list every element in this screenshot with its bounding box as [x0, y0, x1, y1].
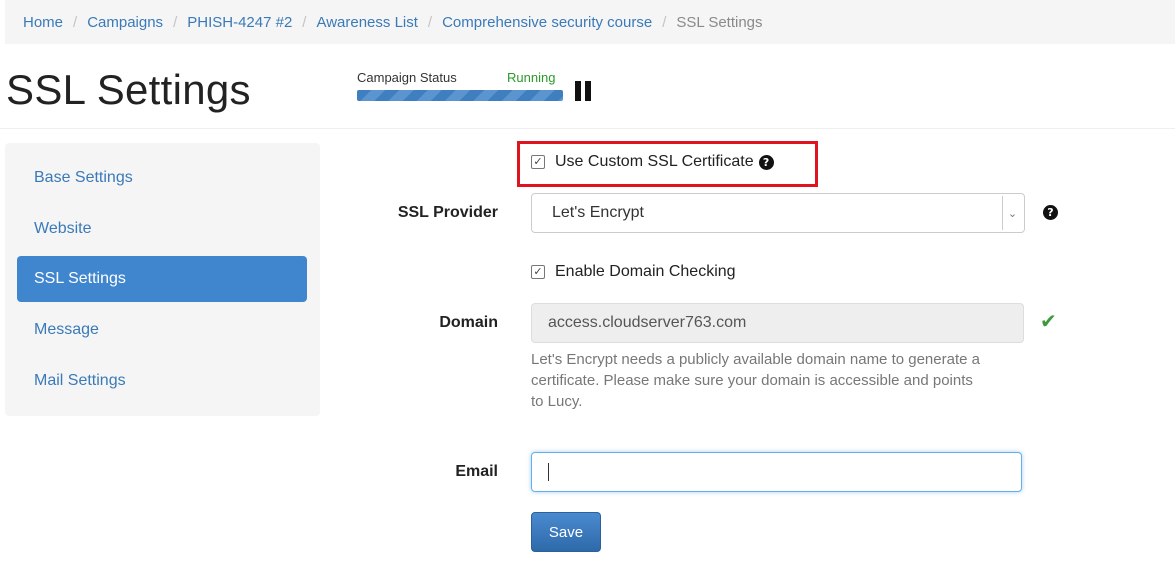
- sidebar-item-message[interactable]: Message: [17, 307, 307, 353]
- ssl-provider-value: Let's Encrypt: [552, 204, 644, 221]
- ssl-provider-label: SSL Provider: [397, 204, 498, 221]
- breadcrumb-home[interactable]: Home: [23, 14, 63, 31]
- domain-help-text: Let's Encrypt needs a publicly available…: [531, 351, 980, 410]
- sidebar-item-website[interactable]: Website: [17, 206, 307, 252]
- domain-checking-row: ✓ Enable Domain Checking: [531, 263, 736, 281]
- custom-ssl-label[interactable]: Use Custom SSL Certificate: [555, 153, 754, 171]
- breadcrumb-campaign[interactable]: PHISH-4247 #2: [187, 14, 292, 31]
- breadcrumb-campaigns[interactable]: Campaigns: [87, 14, 163, 31]
- text-caret: [548, 463, 549, 481]
- custom-ssl-checkbox[interactable]: ✓: [531, 155, 545, 169]
- campaign-progress-fill: [357, 90, 563, 101]
- ssl-provider-select[interactable]: Let's Encrypt ⌄: [531, 193, 1025, 233]
- domain-value: access.cloudserver763.com: [548, 314, 747, 331]
- domain-input: access.cloudserver763.com: [531, 303, 1024, 343]
- sidebar-item-mail-settings[interactable]: Mail Settings: [17, 358, 307, 404]
- campaign-progress-bar: [357, 90, 563, 101]
- campaign-status: Campaign Status Running: [357, 70, 597, 110]
- email-label: Email: [455, 463, 498, 480]
- chevron-down-icon[interactable]: ⌄: [1002, 196, 1022, 230]
- sidebar-item-ssl-settings[interactable]: SSL Settings: [17, 256, 307, 302]
- save-button[interactable]: Save: [531, 512, 601, 552]
- question-circle-icon[interactable]: ?: [758, 154, 774, 170]
- question-circle-icon[interactable]: ?: [1043, 205, 1058, 220]
- header-divider: [0, 128, 1175, 129]
- breadcrumb: Home / Campaigns / PHISH-4247 #2 / Aware…: [5, 0, 1175, 44]
- campaign-status-value: Running: [507, 70, 556, 85]
- checkmark-icon: ✔: [1040, 309, 1057, 333]
- sidebar-item-base-settings[interactable]: Base Settings: [17, 155, 307, 201]
- breadcrumb-awareness-list[interactable]: Awareness List: [316, 14, 417, 31]
- domain-checking-checkbox[interactable]: ✓: [531, 265, 545, 279]
- breadcrumb-separator: /: [73, 13, 78, 31]
- email-input[interactable]: [531, 452, 1022, 492]
- domain-checking-label[interactable]: Enable Domain Checking: [555, 263, 736, 281]
- pause-icon[interactable]: [574, 81, 594, 101]
- custom-ssl-row: ✓ Use Custom SSL Certificate ?: [531, 153, 774, 171]
- breadcrumb-separator: /: [302, 13, 307, 31]
- breadcrumb-separator: /: [662, 13, 667, 31]
- breadcrumb-separator: /: [173, 13, 178, 31]
- domain-label: Domain: [439, 314, 498, 331]
- campaign-status-label: Campaign Status: [357, 70, 457, 85]
- breadcrumb-separator: /: [427, 13, 433, 31]
- breadcrumb-course[interactable]: Comprehensive security course: [442, 14, 652, 31]
- page-title: SSL Settings: [6, 66, 251, 113]
- breadcrumb-current: SSL Settings: [676, 13, 763, 31]
- settings-sidebar: Base Settings Website SSL Settings Messa…: [5, 143, 320, 416]
